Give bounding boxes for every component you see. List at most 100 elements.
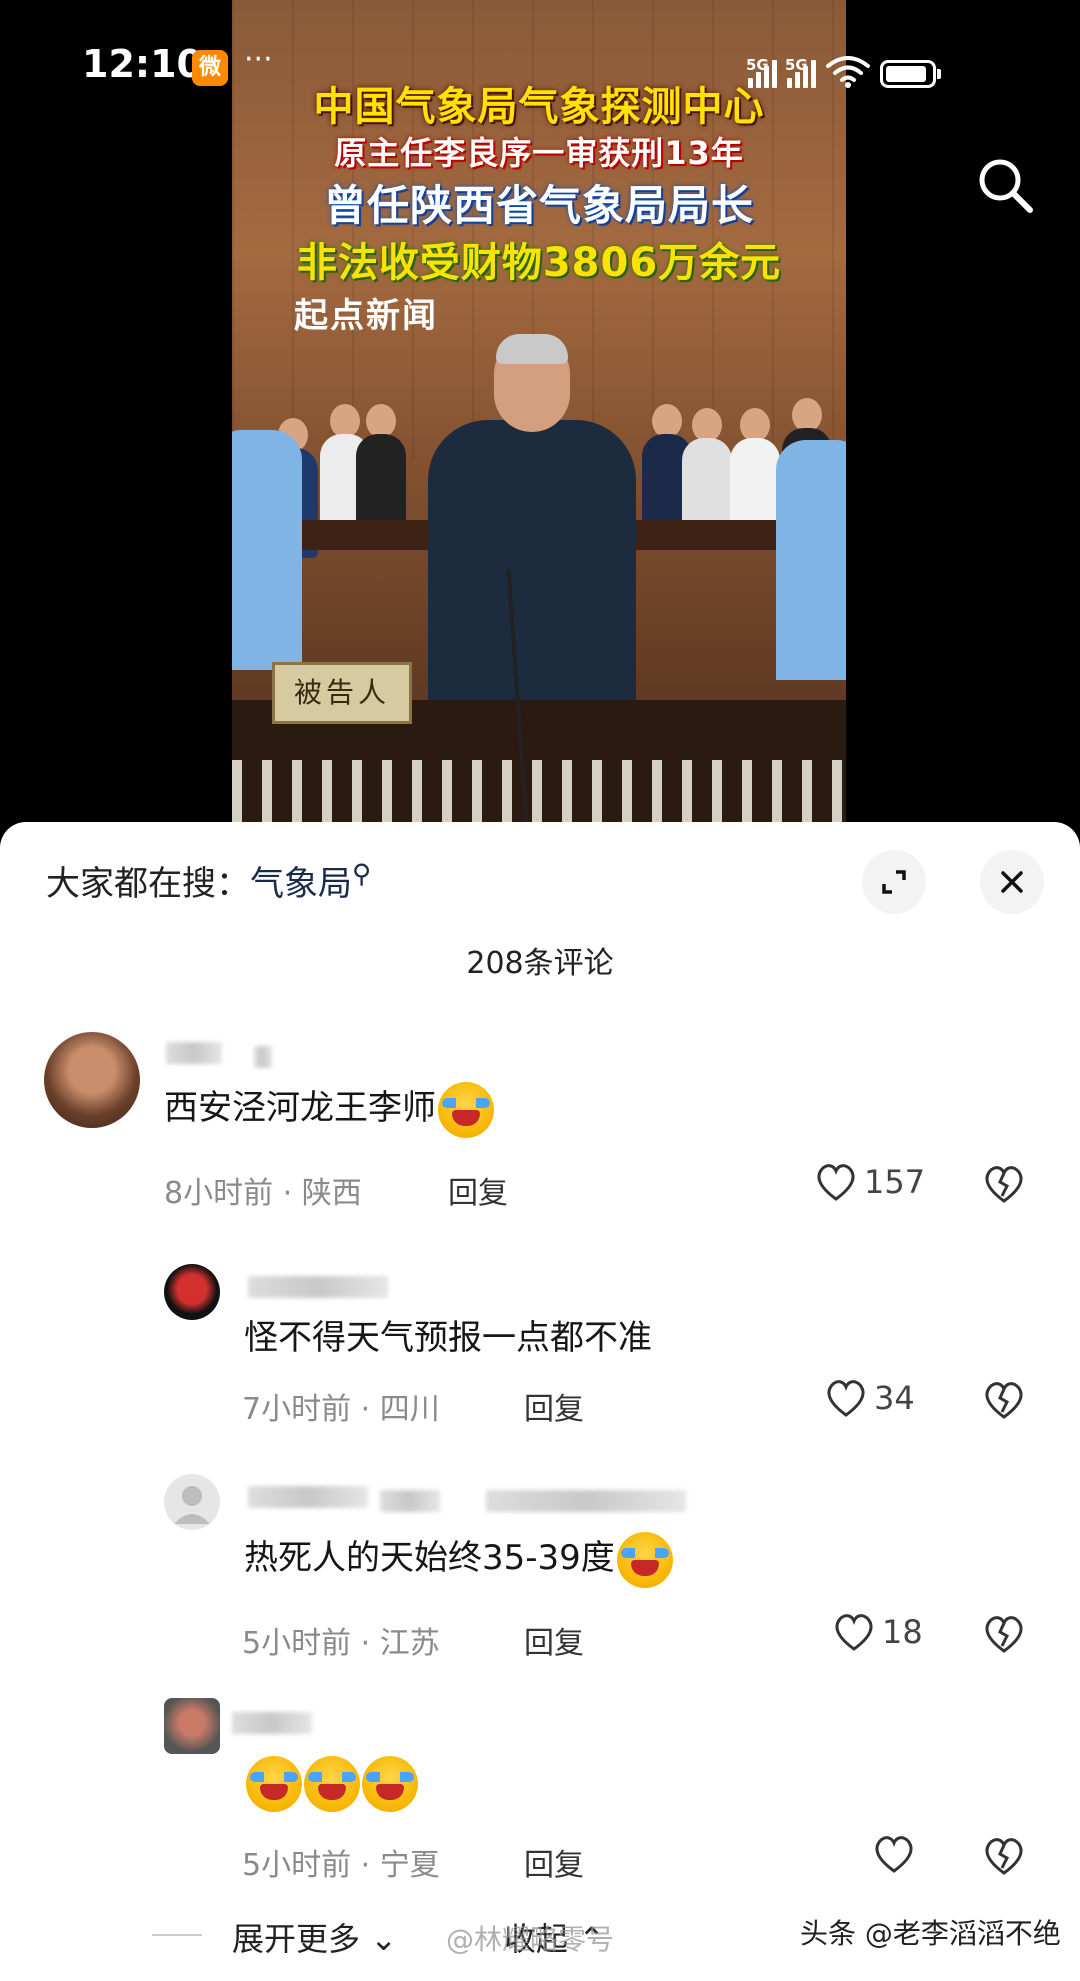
network-type-2: 5G: [785, 56, 808, 74]
crying-laughing-emoji-icon: [246, 1756, 302, 1812]
comment-meta: 8小时前 · 陕西: [164, 1176, 362, 1211]
weibo-watermark: @林耀略零号: [446, 1923, 615, 1956]
gallery-person-head: [792, 398, 822, 432]
username-blurred: [166, 1042, 222, 1064]
signal-1-icon: 5G: [746, 56, 777, 88]
headline-2: 原主任李良序一审获刑13年: [334, 134, 744, 172]
avatar[interactable]: [164, 1474, 220, 1530]
hot-search-prefix: 大家都在搜：: [46, 864, 250, 904]
dock-sign: 被告人: [272, 662, 412, 724]
heart-icon: [875, 1836, 913, 1873]
comment-time: 8小时前: [164, 1176, 274, 1211]
comment-text: 怪不得天气预报一点都不准: [244, 1318, 652, 1358]
reply-item: 怪不得天气预报一点都不准 7小时前 · 四川 回复 34: [0, 1264, 1080, 1454]
comment-meta: 7小时前 · 四川: [242, 1392, 440, 1427]
broken-heart-icon[interactable]: [982, 1380, 1026, 1420]
court-officer-left: [232, 430, 302, 670]
toutiao-watermark: 头条 @老李滔滔不绝: [800, 1917, 1061, 1950]
reply-button[interactable]: 回复: [524, 1618, 584, 1662]
reply-item: 热死人的天始终35-39度 5小时前 · 江苏 回复 18: [0, 1474, 1080, 1674]
comment-meta: 5小时前 · 宁夏: [242, 1848, 440, 1883]
heart-icon: [817, 1164, 855, 1201]
crying-laughing-emoji-icon: [616, 1531, 673, 1588]
defendant-hair: [496, 334, 568, 364]
username-blurred: [380, 1490, 440, 1512]
crying-laughing-emoji-icon: [362, 1756, 418, 1812]
username-blurred: [254, 1046, 272, 1068]
avatar[interactable]: [44, 1032, 140, 1128]
news-source-logo: 起点新闻: [294, 296, 438, 336]
broken-heart-icon[interactable]: [982, 1164, 1026, 1204]
gallery-person-head: [652, 404, 682, 438]
comment-text: 西安泾河龙王李师: [164, 1080, 494, 1138]
reply-button[interactable]: 回复: [524, 1384, 584, 1428]
comment-meta: 5小时前 · 江苏: [242, 1626, 440, 1661]
like-button[interactable]: 34: [824, 1378, 915, 1418]
broken-heart-icon[interactable]: [982, 1836, 1026, 1876]
like-count: 157: [864, 1163, 926, 1201]
heart-icon: [827, 1380, 865, 1417]
expand-more-label: 展开更多: [232, 1920, 361, 1958]
more-notifications-icon: ···: [244, 42, 273, 77]
avatar[interactable]: [164, 1264, 220, 1320]
hot-search-keyword: 气象局: [250, 864, 352, 904]
avatar[interactable]: [164, 1698, 220, 1754]
reply-button[interactable]: 回复: [524, 1840, 584, 1884]
sheet-header: 大家都在搜：气象局⚲: [0, 822, 1080, 942]
username-blurred: [248, 1276, 388, 1298]
like-button[interactable]: [872, 1834, 916, 1874]
headline-3: 曾任陕西省气象局局长: [323, 181, 754, 230]
gallery-person-head: [366, 404, 396, 438]
comment-text-body: 热死人的天始终35-39度: [244, 1538, 615, 1578]
defendant-figure: [428, 420, 636, 720]
username-blurred: [232, 1712, 312, 1734]
crying-laughing-emoji-icon: [438, 1081, 494, 1138]
comment-text: 热死人的天始终35-39度: [244, 1530, 673, 1588]
wifi-icon: [826, 56, 870, 88]
comment-sheet: 大家都在搜：气象局⚲ 208条评论 西安泾河龙王李师 8小时前 · 陕西 回复 …: [0, 822, 1080, 1981]
thread-divider: [152, 1934, 202, 1936]
signal-2-icon: 5G: [785, 56, 816, 88]
close-icon: [1001, 871, 1023, 893]
expand-more-button[interactable]: 展开更多 ⌄: [232, 1914, 397, 1960]
like-count: 34: [874, 1379, 915, 1417]
chevron-down-icon: ⌄: [370, 1920, 397, 1958]
status-bar: 12:10 微 ··· 5G 5G: [0, 0, 1080, 130]
default-avatar-icon: [174, 1486, 210, 1524]
comment-location: 宁夏: [379, 1848, 440, 1883]
headline-4: 非法收受财物3806万余元: [296, 240, 782, 286]
heart-icon: [835, 1614, 873, 1651]
comment-location: 江苏: [379, 1626, 440, 1661]
weibo-app-icon: 微: [192, 50, 228, 86]
comment-time: 5小时前: [242, 1626, 352, 1661]
gallery-person-head: [692, 408, 722, 442]
reply-button[interactable]: 回复: [448, 1168, 508, 1212]
like-count: 18: [882, 1613, 923, 1651]
status-time: 12:10: [82, 42, 203, 86]
expand-sheet-button[interactable]: [862, 850, 926, 914]
username-blurred: [486, 1490, 686, 1512]
gallery-person-head: [740, 408, 770, 442]
search-small-icon: ⚲: [352, 859, 372, 890]
comment-item: 西安泾河龙王李师 8小时前 · 陕西 回复 157: [0, 1032, 1080, 1232]
like-button[interactable]: 18: [832, 1612, 923, 1652]
network-type-1: 5G: [746, 56, 769, 74]
comment-count: 208条评论: [466, 946, 614, 981]
search-icon[interactable]: [972, 152, 1040, 220]
like-button[interactable]: 157: [814, 1162, 925, 1202]
close-sheet-button[interactable]: [980, 850, 1044, 914]
comment-time: 5小时前: [242, 1848, 352, 1883]
comment-text: [244, 1756, 418, 1812]
comment-location: 四川: [379, 1392, 440, 1427]
comment-time: 7小时前: [242, 1392, 352, 1427]
hot-search-link[interactable]: 大家都在搜：气象局⚲: [46, 856, 371, 905]
crying-laughing-emoji-icon: [304, 1756, 360, 1812]
status-indicators: 5G 5G: [746, 48, 941, 88]
comment-location: 陕西: [301, 1176, 362, 1211]
court-officer-right: [776, 440, 846, 680]
thread-footer: 展开更多 ⌄ 收起 ⌃ @林耀略零号 头条 @老李滔滔不绝: [0, 1890, 1080, 1970]
reply-item: 5小时前 · 宁夏 回复: [0, 1698, 1080, 1898]
battery-icon: [880, 60, 941, 88]
username-blurred: [248, 1486, 368, 1508]
broken-heart-icon[interactable]: [982, 1614, 1026, 1654]
